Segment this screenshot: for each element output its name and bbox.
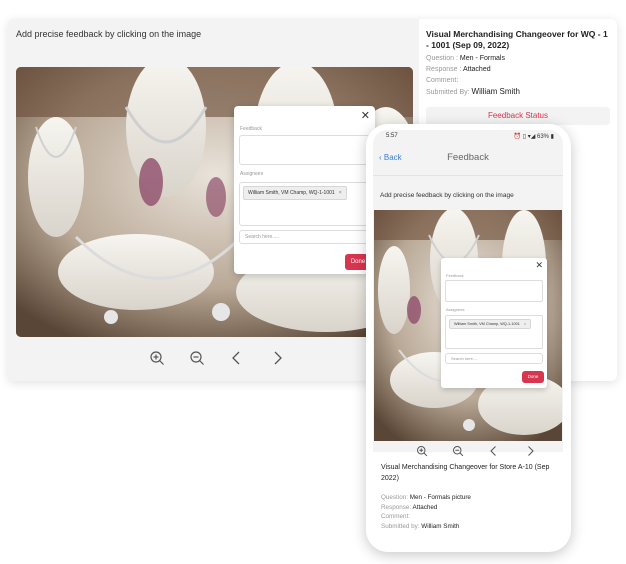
phone-feedback-label: Feedback — [446, 273, 464, 278]
phone-response-label: Response: — [381, 503, 413, 511]
phone-assignee-chip: William Smith, VM Champ, WQ-1-1001 × — [449, 319, 532, 329]
chevron-right-icon[interactable] — [268, 349, 286, 367]
phone-details-rows: Question: Men - Formals picture Response… — [381, 493, 559, 531]
details-info: Question : Men - Formals Response : Atta… — [426, 53, 520, 98]
submitted-value: William Smith — [471, 87, 520, 96]
feedback-label: Feedback — [240, 126, 262, 132]
chevron-left-icon[interactable] — [228, 349, 246, 367]
phone-done-button[interactable]: Done — [522, 371, 544, 383]
phone-assignee-chip-label: William Smith, VM Champ, WQ-1-1001 — [454, 322, 520, 326]
comment-label: Comment: — [426, 77, 459, 84]
feedback-textarea[interactable] — [239, 135, 370, 165]
feedback-popup: ✕ Feedback Assignees William Smith, VM C… — [234, 106, 375, 274]
phone-submitted-value: William Smith — [421, 522, 460, 530]
phone-question-value: Men - Formals picture — [409, 494, 471, 501]
nav-bar: ‹ Back Feedback — [373, 144, 563, 176]
phone-chevron-left-icon[interactable] — [485, 442, 503, 460]
status-bar: 5:57 ⏰ ▯ ▾◢ 63% ▮ — [373, 130, 563, 144]
phone-chevron-right-icon[interactable] — [521, 442, 539, 460]
phone-comment-label: Comment: — [381, 513, 411, 521]
phone-question-label: Question: — [381, 494, 410, 501]
zoom-in-icon[interactable] — [148, 349, 166, 367]
status-icons: ⏰ ▯ ▾◢ 63% ▮ — [513, 134, 554, 140]
phone-frame: 5:57 ⏰ ▯ ▾◢ 63% ▮ ‹ Back Feedback Add pr… — [366, 124, 571, 552]
feedback-status-tab[interactable]: Feedback Status — [426, 107, 610, 125]
phone-details-title: Visual Merchandising Changeover for Stor… — [381, 464, 550, 482]
phone-chip-remove-icon[interactable]: × — [524, 322, 526, 326]
zoom-out-icon[interactable] — [188, 349, 206, 367]
phone-submitted-label: Submitted by: — [381, 522, 422, 530]
phone-close-icon[interactable]: ✕ — [535, 260, 543, 271]
phone-assignees-field[interactable]: William Smith, VM Champ, WQ-1-1001 × — [445, 315, 543, 349]
question-value: Men - Formals — [459, 55, 505, 62]
phone-search-input[interactable]: Search here..... — [445, 353, 543, 364]
response-value: Attached — [462, 66, 491, 73]
stage: Add precise feedback by clicking on the … — [0, 0, 626, 564]
phone-screen: 5:57 ⏰ ▯ ▾◢ 63% ▮ ‹ Back Feedback Add pr… — [373, 130, 563, 544]
phone-details: Visual Merchandising Changeover for Stor… — [381, 462, 559, 531]
nav-title: Feedback — [447, 152, 489, 163]
phone-feedback-textarea[interactable] — [445, 280, 543, 302]
phone-feedback-popup: ✕ Feedback Assignees William Smith, VM C… — [441, 258, 547, 388]
phone-toolbar — [413, 442, 539, 460]
response-label: Response : — [426, 66, 463, 73]
assignees-field[interactable]: William Smith, VM Champ, WQ-1-1001 × — [239, 182, 370, 226]
assignee-chip-label: William Smith, VM Champ, WQ-1-1001 — [248, 190, 335, 196]
chip-remove-icon[interactable]: × — [339, 190, 342, 196]
phone-zoom-in-icon[interactable] — [413, 442, 431, 460]
desktop-toolbar — [148, 349, 286, 367]
phone-title: Add precise feedback by clicking on the … — [380, 192, 514, 199]
phone-body: Add precise feedback by clicking on the … — [373, 176, 563, 457]
question-label: Question : — [426, 55, 460, 62]
assignees-label: Assignees — [240, 171, 264, 177]
submitted-label: Submitted By: — [426, 89, 472, 96]
details-title: Visual Merchandising Changeover for WQ -… — [426, 29, 608, 50]
phone-assignees-label: Assignees — [446, 307, 465, 312]
status-time: 5:57 — [386, 133, 398, 139]
desktop-title: Add precise feedback by clicking on the … — [16, 29, 202, 39]
search-input[interactable]: Search here..... — [239, 230, 370, 244]
assignee-chip: William Smith, VM Champ, WQ-1-1001 × — [243, 186, 347, 200]
close-icon[interactable]: ✕ — [361, 109, 370, 122]
phone-zoom-out-icon[interactable] — [449, 442, 467, 460]
phone-response-value: Attached — [412, 503, 438, 511]
